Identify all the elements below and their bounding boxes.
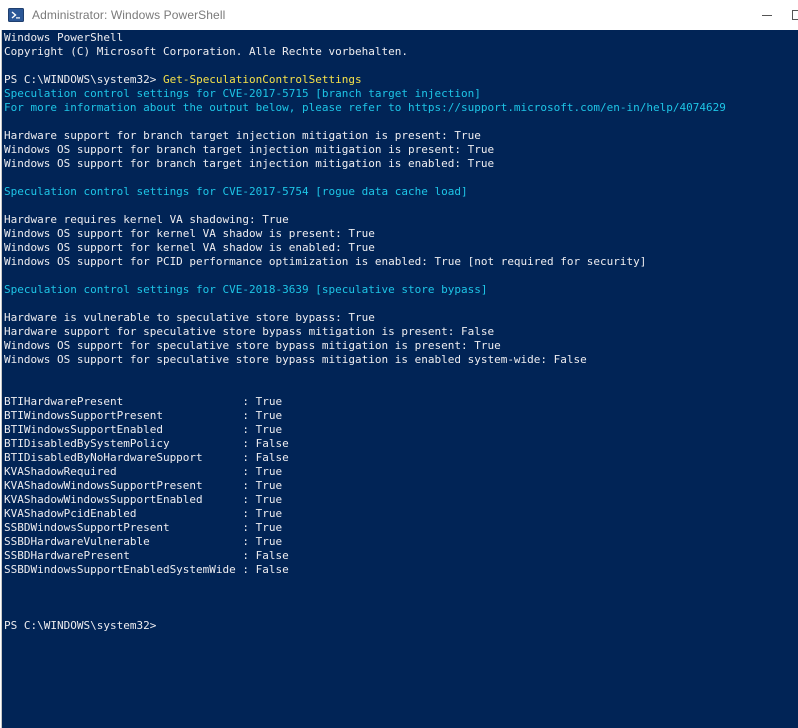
output-text: Windows PowerShell [4,31,124,44]
output-text: Windows OS support for kernel VA shadow … [4,227,375,240]
output-text: KVAShadowWindowsSupportPresent : True [4,479,283,492]
console-line: SSBDHardwarePresent : False [4,549,726,563]
console-line: Speculation control settings for CVE-201… [4,87,726,101]
powershell-window: Administrator: Windows PowerShell Window… [0,0,798,728]
output-text: Speculation control settings for CVE-201… [4,185,468,198]
output-text: Speculation control settings for CVE-201… [4,283,488,296]
console-line: KVAShadowPcidEnabled : True [4,507,726,521]
output-text: Windows OS support for kernel VA shadow … [4,241,375,254]
maximize-button[interactable] [774,0,798,30]
console-line: Hardware support for branch target injec… [4,129,726,143]
output-text: BTIDisabledBySystemPolicy : False [4,437,289,450]
window-title: Administrator: Windows PowerShell [32,8,226,22]
console-line: Copyright (C) Microsoft Corporation. All… [4,45,726,59]
console-line: Hardware support for speculative store b… [4,325,726,339]
console-line: BTIWindowsSupportPresent : True [4,409,726,423]
output-text: For more information about the output be… [4,101,726,114]
output-text: BTIWindowsSupportPresent : True [4,409,283,422]
console-line: SSBDWindowsSupportPresent : True [4,521,726,535]
console-area[interactable]: Windows PowerShell Copyright (C) Microsof… [1,30,798,728]
powershell-icon [8,7,24,23]
console-line: Windows OS support for speculative store… [4,339,726,353]
output-text: Hardware is vulnerable to speculative st… [4,311,375,324]
console-output: Windows PowerShell Copyright (C) Microsof… [4,31,726,633]
console-line: Speculation control settings for CVE-201… [4,283,726,297]
output-text: Windows OS support for speculative store… [4,339,501,352]
output-text: Windows OS support for branch target inj… [4,157,495,170]
console-line: Windows OS support for PCID performance … [4,255,726,269]
console-line: Windows OS support for kernel VA shadow … [4,227,726,241]
console-line: BTIDisabledBySystemPolicy : False [4,437,726,451]
command-text: Get-SpeculationControlSettings [162,73,362,86]
console-line: Windows PowerShell [4,31,726,45]
console-line: Windows OS support for branch target inj… [4,157,726,171]
output-text: Copyright (C) Microsoft Corporation. All… [4,45,408,58]
output-text: KVAShadowWindowsSupportEnabled : True [4,493,283,506]
console-line: Hardware requires kernel VA shadowing: T… [4,213,726,227]
minimize-icon [762,10,772,20]
console-line: PS C:\WINDOWS\system32> Get-SpeculationC… [4,73,726,87]
output-text: SSBDWindowsSupportPresent : True [4,521,283,534]
console-line: Windows OS support for speculative store… [4,353,726,367]
output-text: BTIWindowsSupportEnabled : True [4,423,283,436]
console-line: SSBDWindowsSupportEnabledSystemWide : Fa… [4,563,726,577]
console-line: Windows OS support for kernel VA shadow … [4,241,726,255]
prompt-text: PS C:\WINDOWS\system32> [4,619,157,632]
console-line: BTIWindowsSupportEnabled : True [4,423,726,437]
output-text: Hardware support for branch target injec… [4,129,481,142]
console-line: KVAShadowRequired : True [4,465,726,479]
title-bar[interactable]: Administrator: Windows PowerShell [0,0,798,30]
output-text: KVAShadowPcidEnabled : True [4,507,283,520]
output-text: Windows OS support for speculative store… [4,353,587,366]
output-text: BTIHardwarePresent : True [4,395,283,408]
console-line: Windows OS support for branch target inj… [4,143,726,157]
output-text: SSBDHardwarePresent : False [4,549,289,562]
console-line: For more information about the output be… [4,101,726,115]
output-text: SSBDWindowsSupportEnabledSystemWide : Fa… [4,563,289,576]
console-line: KVAShadowWindowsSupportEnabled : True [4,493,726,507]
console-line: Speculation control settings for CVE-201… [4,185,726,199]
console-line: Hardware is vulnerable to speculative st… [4,311,726,325]
output-text: Hardware support for speculative store b… [4,325,495,338]
console-line: PS C:\WINDOWS\system32> [4,619,726,633]
prompt-text: PS C:\WINDOWS\system32> [4,73,163,86]
maximize-icon [792,10,798,20]
console-line: SSBDHardwareVulnerable : True [4,535,726,549]
console-line: BTIHardwarePresent : True [4,395,726,409]
output-text: Windows OS support for branch target inj… [4,143,495,156]
console-line: BTIDisabledByNoHardwareSupport : False [4,451,726,465]
output-text: Speculation control settings for CVE-201… [4,87,481,100]
output-text: Windows OS support for PCID performance … [4,255,647,268]
output-text: BTIDisabledByNoHardwareSupport : False [4,451,289,464]
output-text: KVAShadowRequired : True [4,465,283,478]
console-line: KVAShadowWindowsSupportPresent : True [4,479,726,493]
output-text: SSBDHardwareVulnerable : True [4,535,283,548]
output-text: Hardware requires kernel VA shadowing: T… [4,213,289,226]
